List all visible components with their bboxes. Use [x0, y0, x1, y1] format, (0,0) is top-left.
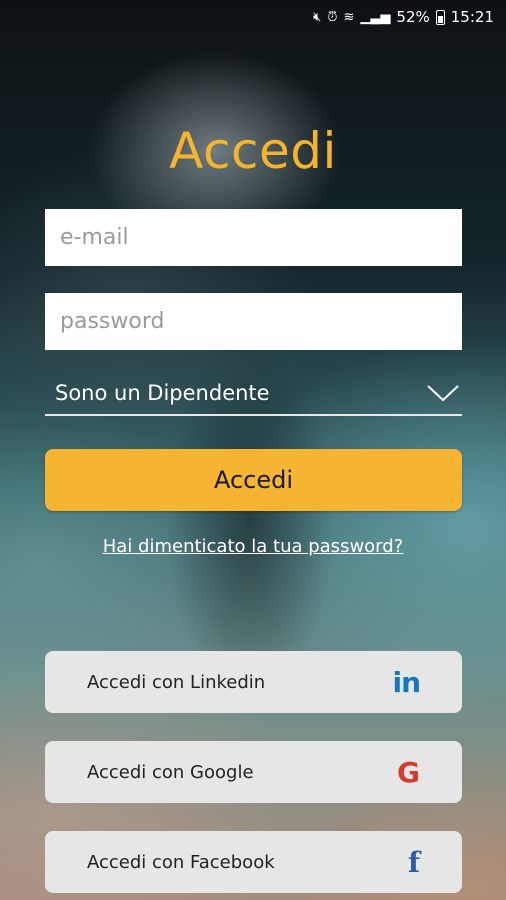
google-login-button[interactable]: Accedi con Google G	[45, 741, 462, 803]
google-icon: G	[397, 755, 420, 789]
signal-icon: ▁▃▅	[360, 9, 391, 25]
google-login-label: Accedi con Google	[87, 761, 254, 783]
facebook-login-label: Accedi con Facebook	[87, 851, 275, 873]
battery-percent: 52%	[396, 8, 430, 26]
role-select[interactable]: Sono un Dipendente	[45, 372, 462, 416]
alarm-icon: ⏰︎	[327, 9, 338, 25]
email-field[interactable]	[45, 209, 462, 266]
forgot-password-link[interactable]: Hai dimenticato la tua password?	[0, 536, 506, 557]
status-bar: 🔇︎ ⏰︎ ≋ ▁▃▅ 52% 15:21	[0, 0, 506, 34]
battery-icon	[435, 9, 445, 25]
password-field[interactable]	[45, 293, 462, 350]
mute-icon: 🔇︎	[313, 9, 322, 25]
linkedin-login-button[interactable]: Accedi con Linkedin in	[45, 651, 462, 713]
login-button[interactable]: Accedi	[45, 449, 462, 511]
chevron-down-icon	[427, 385, 459, 402]
role-select-value: Sono un Dipendente	[55, 381, 270, 405]
page-title: Accedi	[169, 122, 337, 180]
linkedin-login-label: Accedi con Linkedin	[87, 671, 266, 693]
wifi-icon: ≋	[343, 9, 355, 25]
clock: 15:21	[450, 8, 494, 26]
facebook-icon: f	[407, 845, 420, 879]
linkedin-icon: in	[392, 665, 421, 699]
facebook-login-button[interactable]: Accedi con Facebook f	[45, 831, 462, 893]
